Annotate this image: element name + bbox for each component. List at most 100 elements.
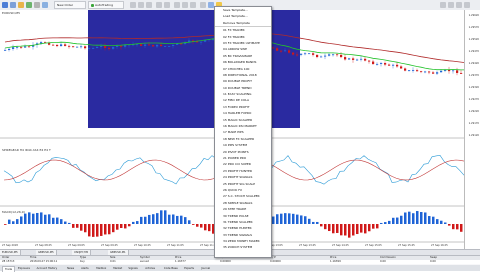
histogram-bar bbox=[96, 224, 99, 237]
new-order-button[interactable]: New Order bbox=[54, 1, 86, 9]
chart-shift-icon[interactable] bbox=[190, 2, 196, 8]
histogram-bar bbox=[28, 212, 31, 224]
candle-body bbox=[340, 55, 342, 57]
template-menu-item[interactable]: Remove Template bbox=[215, 20, 271, 27]
terminal-tab[interactable]: Signals bbox=[126, 266, 139, 271]
candle-body bbox=[100, 46, 102, 47]
candle-body bbox=[344, 57, 346, 59]
market-watch-icon[interactable] bbox=[26, 2, 32, 8]
grid-icon[interactable] bbox=[174, 2, 180, 8]
candle-body bbox=[92, 48, 94, 49]
histogram-bar bbox=[344, 224, 347, 235]
histogram-bar bbox=[20, 216, 23, 224]
autoscroll-icon[interactable] bbox=[182, 2, 188, 8]
terminal-tab[interactable]: Account History bbox=[35, 266, 60, 271]
histogram-bar bbox=[356, 224, 359, 234]
terminal-tab[interactable]: Experts bbox=[182, 266, 196, 271]
histogram-bar bbox=[112, 224, 115, 232]
histogram-bar bbox=[312, 222, 315, 224]
text-icon[interactable] bbox=[464, 2, 470, 8]
candle-body bbox=[324, 56, 326, 57]
table-row[interactable]: 28 157132018.09.27 15:00:11buy0.01eurusd… bbox=[0, 260, 480, 264]
price-axis[interactable]: 1.296201.295701.295201.294701.294201.293… bbox=[464, 10, 480, 250]
candle-body bbox=[404, 68, 406, 70]
candle-body bbox=[168, 46, 170, 47]
candle-body bbox=[320, 57, 322, 58]
terminal-tab[interactable]: Exposure bbox=[16, 266, 32, 271]
histogram-bar bbox=[428, 216, 431, 224]
terminal-tab[interactable]: News bbox=[65, 266, 76, 271]
histogram-bar bbox=[80, 224, 83, 231]
histogram-bar bbox=[300, 215, 303, 224]
terminal-icon[interactable] bbox=[34, 2, 40, 8]
candle-body bbox=[312, 53, 314, 55]
candle-body bbox=[348, 58, 350, 59]
terminal-tab[interactable]: Mailbox bbox=[94, 266, 108, 271]
candle-body bbox=[316, 55, 318, 57]
histogram-bar bbox=[68, 223, 71, 224]
histogram-bar bbox=[24, 214, 27, 224]
candle-body bbox=[440, 71, 442, 72]
histogram-bar bbox=[276, 214, 279, 224]
table-cell: 28 15713 bbox=[2, 260, 14, 264]
line-chart-icon[interactable] bbox=[146, 2, 152, 8]
terminal-tab[interactable]: Articles bbox=[143, 266, 157, 271]
candle-body bbox=[356, 60, 358, 61]
time-tick: 27 Sep 13:45 bbox=[299, 244, 316, 247]
candle-body bbox=[80, 46, 82, 47]
time-tick: 27 Sep 10:25 bbox=[134, 244, 151, 247]
histogram-bar bbox=[412, 213, 415, 224]
histogram-bar bbox=[164, 210, 167, 224]
histogram-bar bbox=[288, 213, 291, 224]
trendline-icon[interactable] bbox=[456, 2, 462, 8]
terminal-tab[interactable]: Trade bbox=[2, 266, 15, 272]
histogram-bar bbox=[208, 224, 211, 231]
table-cell: 2018.09.27 15:00:11 bbox=[30, 260, 57, 264]
indicators-icon[interactable] bbox=[200, 2, 206, 8]
crosshair-icon[interactable] bbox=[440, 2, 446, 8]
candle-body bbox=[308, 53, 310, 54]
terminal-tab[interactable]: Alerts bbox=[79, 266, 91, 271]
histogram-bar bbox=[116, 224, 119, 230]
candle-body bbox=[136, 44, 138, 45]
price-tick: 1.29120 bbox=[469, 134, 479, 137]
histogram-bar bbox=[176, 216, 179, 224]
histogram-bar bbox=[328, 224, 331, 231]
time-tick: 27 Sep 11:05 bbox=[167, 244, 184, 247]
candle-chart-icon[interactable] bbox=[138, 2, 144, 8]
time-tick: 27 Sep 16:25 bbox=[431, 244, 448, 247]
histogram-bar bbox=[180, 216, 183, 224]
navigator-icon[interactable] bbox=[18, 2, 24, 8]
sub2-pane-label: MACD(12,26,9) bbox=[2, 210, 25, 214]
time-tick: 27 Sep 09:05 bbox=[68, 244, 85, 247]
template-menu-item[interactable]: 35 ZURICH SYSTEM bbox=[215, 244, 271, 250]
time-tick: 27 Sep 08:25 bbox=[35, 244, 52, 247]
histogram-bar bbox=[196, 224, 199, 227]
terminal-tab[interactable]: Journal bbox=[199, 266, 212, 271]
histogram-bar bbox=[184, 217, 187, 224]
time-tick: 27 Sep 2018 bbox=[2, 244, 18, 247]
candle-body bbox=[272, 48, 274, 49]
candle-body bbox=[428, 72, 430, 73]
zoom-out-icon[interactable] bbox=[164, 2, 170, 8]
candle-body bbox=[364, 59, 366, 61]
candle-body bbox=[68, 46, 70, 47]
candle-body bbox=[16, 47, 18, 48]
new-chart-icon[interactable] bbox=[2, 2, 8, 8]
profiles-icon[interactable] bbox=[10, 2, 16, 8]
strategy-tester-icon[interactable] bbox=[42, 2, 48, 8]
table-cell: 0.00 bbox=[430, 260, 436, 264]
histogram-bar bbox=[132, 222, 135, 224]
time-tick: 27 Sep 15:05 bbox=[365, 244, 382, 247]
terminal-tab[interactable]: Market bbox=[111, 266, 124, 271]
candle-body bbox=[436, 72, 438, 73]
candle-body bbox=[140, 44, 142, 46]
hline-icon[interactable] bbox=[448, 2, 454, 8]
terminal-tab[interactable]: Code Base bbox=[162, 266, 180, 271]
candle-body bbox=[152, 45, 154, 46]
autotrading-button[interactable]: AutoTrading bbox=[88, 1, 124, 9]
candle-body bbox=[408, 70, 410, 71]
candle-body bbox=[328, 54, 330, 55]
bar-chart-icon[interactable] bbox=[130, 2, 136, 8]
zoom-in-icon[interactable] bbox=[156, 2, 162, 8]
